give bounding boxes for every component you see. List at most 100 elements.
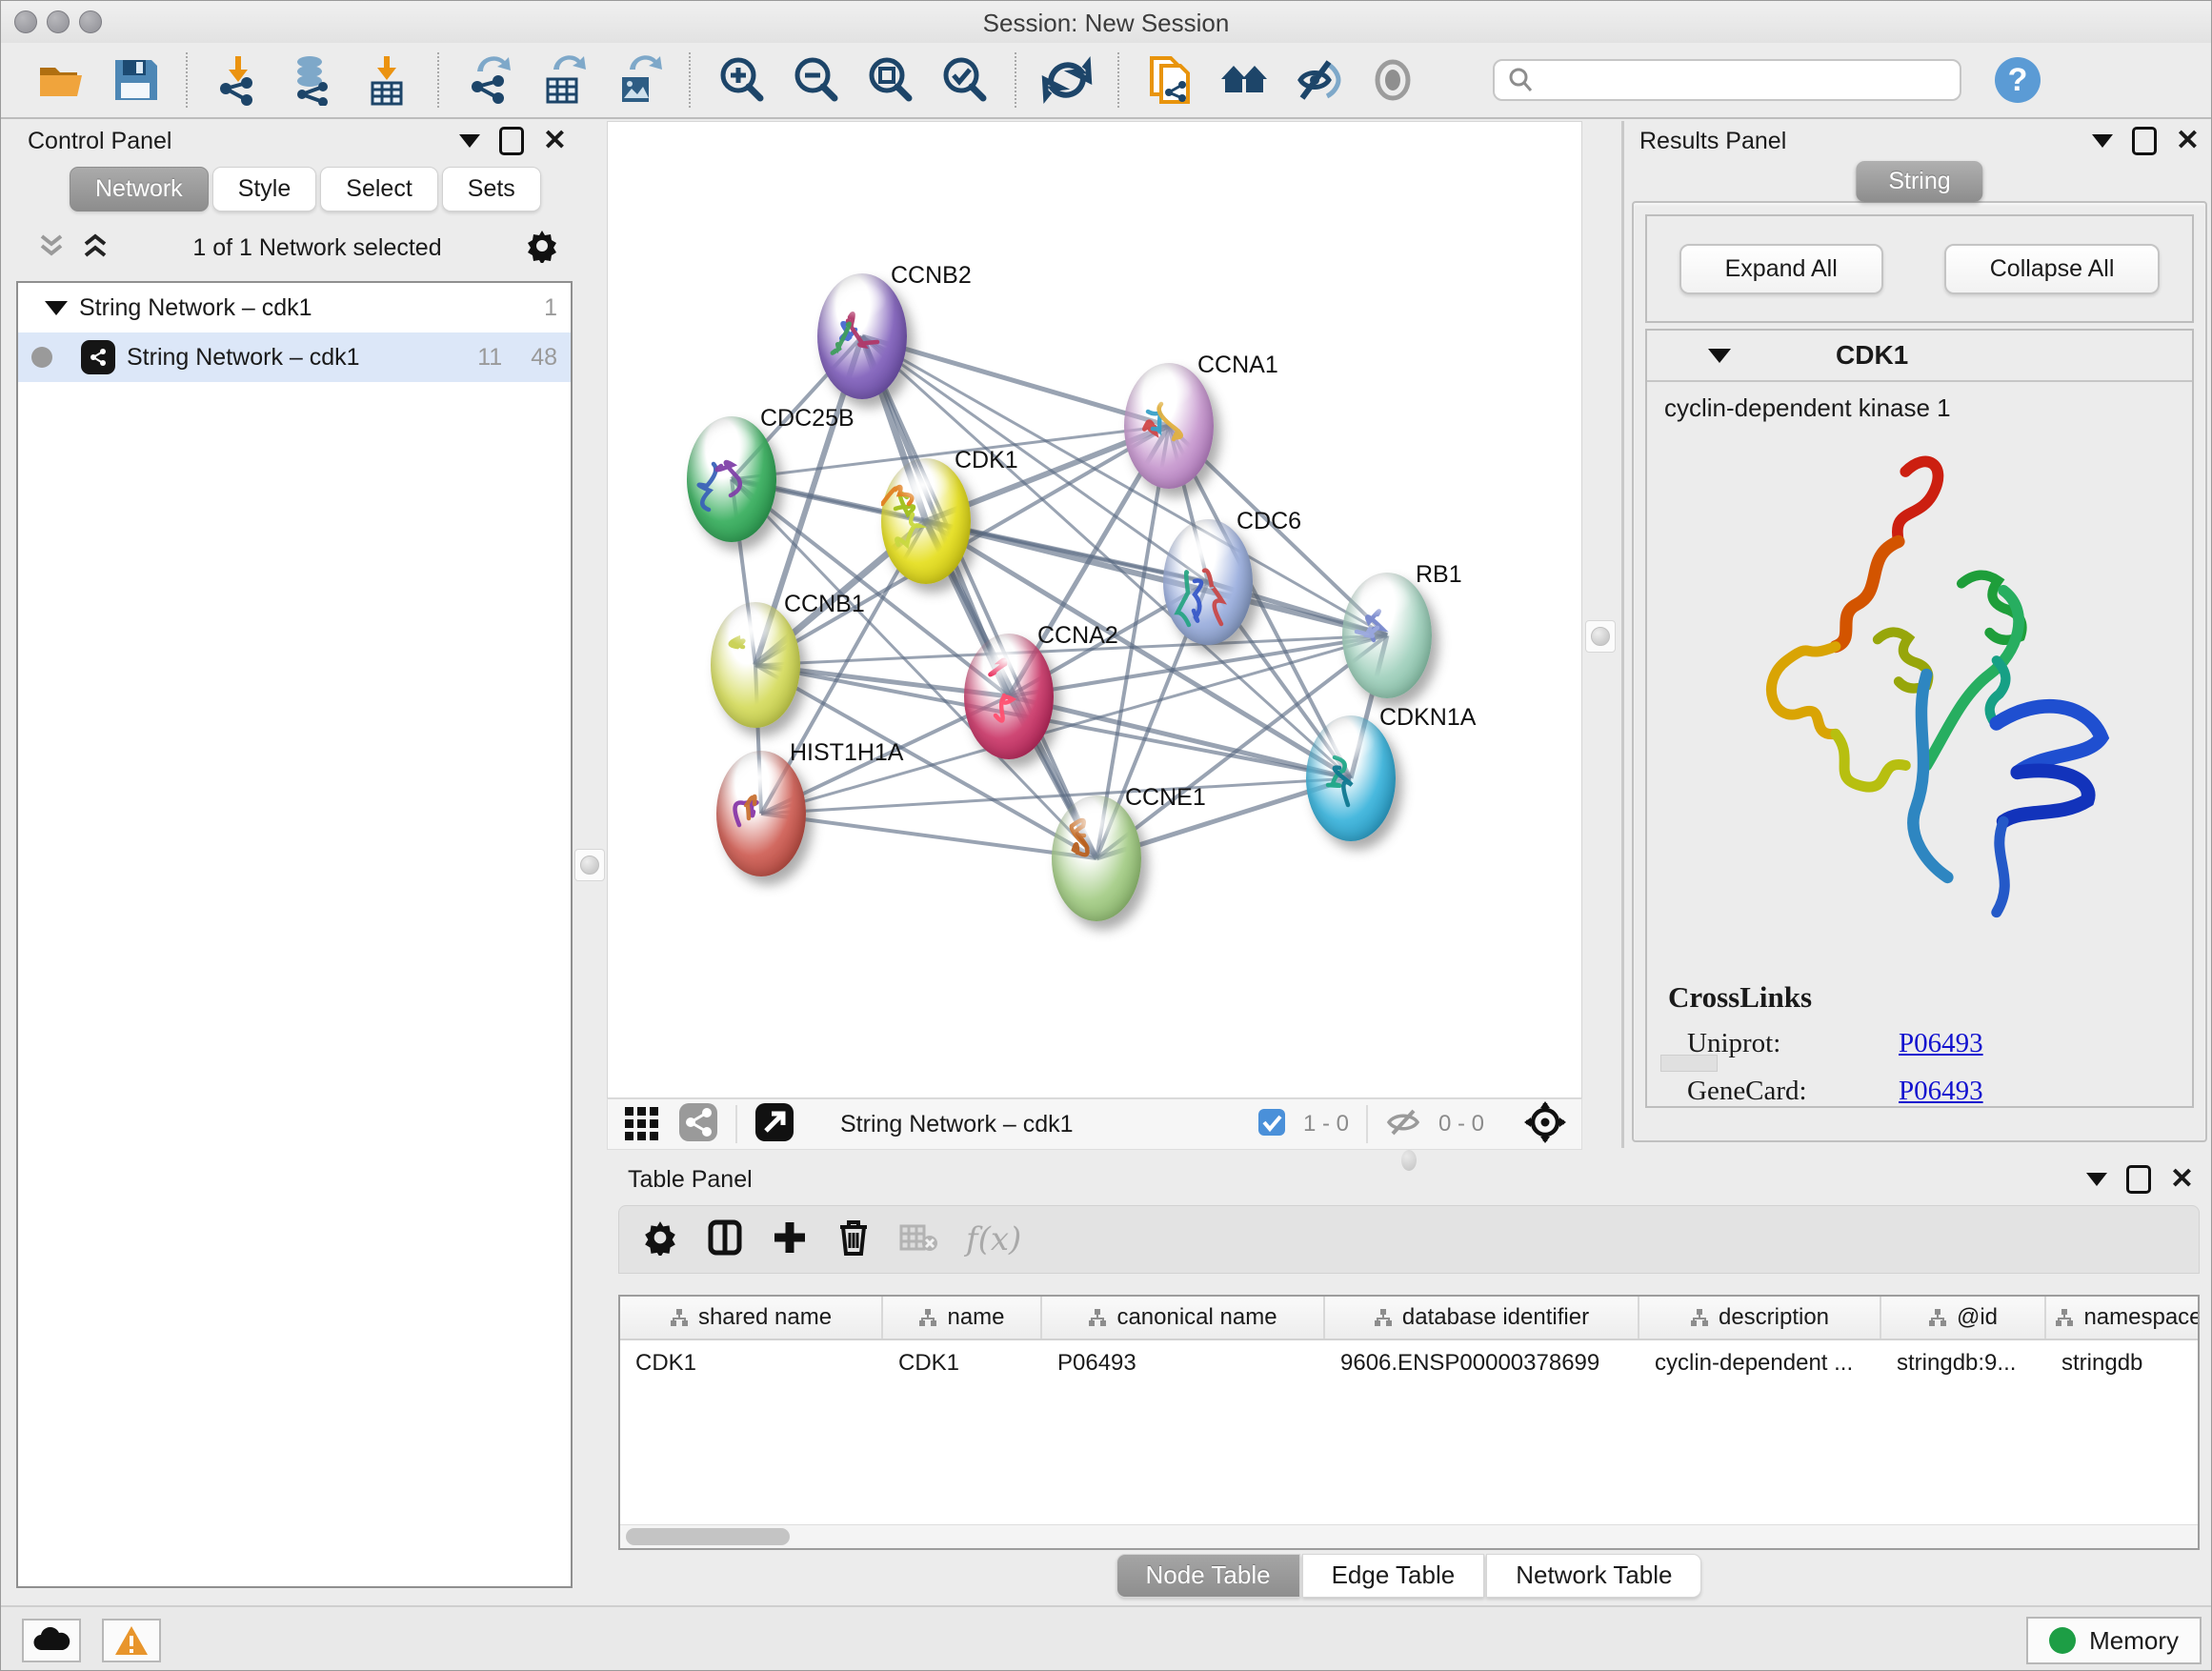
table-cell[interactable]: CDK1 xyxy=(883,1340,1042,1386)
network-node-rb1[interactable] xyxy=(1342,573,1432,698)
network-edge[interactable] xyxy=(926,521,1387,635)
right-splitter-handle[interactable] xyxy=(1585,620,1616,653)
crosslink-link[interactable]: P06493 xyxy=(1899,1076,1983,1107)
create-column-icon[interactable] xyxy=(772,1219,808,1260)
help-icon[interactable]: ? xyxy=(1990,52,2045,108)
open-in-new-window-icon[interactable] xyxy=(754,1102,794,1147)
table-cell[interactable]: cyclin-dependent ... xyxy=(1639,1340,1881,1386)
network-node-cdkn1a[interactable] xyxy=(1306,715,1396,841)
network-edge[interactable] xyxy=(761,814,1096,858)
crosslink-link[interactable]: P06493 xyxy=(1899,1028,1983,1059)
panel-divider[interactable] xyxy=(1621,121,1624,1148)
network-node-ccne1[interactable] xyxy=(1052,795,1141,921)
delete-column-icon[interactable] xyxy=(836,1218,871,1261)
grid-view-icon[interactable] xyxy=(623,1103,661,1146)
import-network-database-icon[interactable] xyxy=(285,52,340,108)
panel-collapse-icon[interactable] xyxy=(2086,1173,2107,1186)
network-edge[interactable] xyxy=(862,336,1096,858)
table-options-gear-icon[interactable] xyxy=(642,1219,678,1260)
expand-all-button[interactable]: Expand All xyxy=(1679,244,1883,294)
table-cell[interactable]: P06493 xyxy=(1042,1340,1325,1386)
network-row[interactable]: String Network – cdk1 11 48 xyxy=(18,332,571,382)
search-icon xyxy=(1506,66,1535,94)
collapse-all-networks-icon[interactable] xyxy=(37,232,66,265)
birdseye-view-icon[interactable] xyxy=(1524,1101,1566,1148)
table-cell[interactable]: CDK1 xyxy=(620,1340,883,1386)
open-session-icon[interactable] xyxy=(33,52,89,108)
scrollbar-thumb[interactable] xyxy=(626,1528,790,1545)
zoom-in-icon[interactable] xyxy=(714,52,769,108)
tab-network-table[interactable]: Network Table xyxy=(1486,1554,1701,1598)
table-cell[interactable]: 9606.ENSP00000378699 xyxy=(1325,1340,1639,1386)
tab-node-table[interactable]: Node Table xyxy=(1116,1554,1300,1598)
tab-select[interactable]: Select xyxy=(320,167,437,211)
network-overview-eye-icon[interactable] xyxy=(1365,52,1420,108)
panel-float-icon[interactable] xyxy=(2132,127,2157,155)
protein-expander-icon[interactable] xyxy=(1708,349,1731,363)
network-node-cdc6[interactable] xyxy=(1163,519,1253,645)
panel-float-icon[interactable] xyxy=(499,127,524,155)
network-node-cdc25b[interactable] xyxy=(687,416,776,542)
hidden-eye-icon[interactable] xyxy=(1385,1106,1421,1143)
tab-style[interactable]: Style xyxy=(212,167,317,211)
panel-collapse-icon[interactable] xyxy=(2092,134,2113,148)
panel-close-icon[interactable]: ✕ xyxy=(2176,130,2200,152)
tab-edge-table[interactable]: Edge Table xyxy=(1302,1554,1485,1598)
column-header[interactable]: shared name xyxy=(620,1297,883,1339)
column-header[interactable]: namespace xyxy=(2046,1297,2200,1339)
column-header[interactable]: name xyxy=(883,1297,1042,1339)
column-header[interactable]: canonical name xyxy=(1042,1297,1325,1339)
panel-close-icon[interactable]: ✕ xyxy=(2170,1168,2194,1191)
table-cell[interactable]: stringdb:9... xyxy=(1881,1340,2046,1386)
search-input[interactable] xyxy=(1535,66,1939,94)
warnings-button[interactable] xyxy=(102,1619,161,1662)
cloud-status-button[interactable] xyxy=(22,1619,81,1662)
network-options-gear-icon[interactable] xyxy=(525,229,559,268)
network-collection-row[interactable]: String Network – cdk1 1 xyxy=(18,283,571,332)
string-view-icon[interactable] xyxy=(678,1102,718,1147)
results-scrollbar[interactable] xyxy=(1660,1055,1718,1072)
zoom-fit-icon[interactable] xyxy=(862,52,917,108)
show-columns-icon[interactable] xyxy=(707,1219,743,1260)
protein-thumbnail xyxy=(1306,715,1396,841)
export-image-icon[interactable] xyxy=(611,52,666,108)
tab-string[interactable]: String xyxy=(1856,161,1982,202)
collapse-all-button[interactable]: Collapse All xyxy=(1944,244,2161,294)
network-node-ccnb1[interactable] xyxy=(711,602,800,728)
table-horizontal-scrollbar[interactable] xyxy=(620,1524,2198,1548)
table-row[interactable]: CDK1CDK1P064939606.ENSP00000378699cyclin… xyxy=(620,1340,2198,1386)
import-network-icon[interactable] xyxy=(211,52,266,108)
new-network-from-selection-icon[interactable] xyxy=(1142,52,1197,108)
tab-network[interactable]: Network xyxy=(70,167,209,211)
show-graphics-details-icon[interactable] xyxy=(1291,52,1346,108)
panel-float-icon[interactable] xyxy=(2126,1165,2151,1194)
tab-sets[interactable]: Sets xyxy=(442,167,541,211)
network-node-hist1h1a[interactable] xyxy=(716,751,806,876)
table-cell[interactable]: stringdb xyxy=(2046,1340,2200,1386)
apply-layout-icon[interactable] xyxy=(1039,52,1095,108)
export-network-icon[interactable] xyxy=(462,52,517,108)
column-header[interactable]: description xyxy=(1639,1297,1881,1339)
selected-checkbox-icon[interactable] xyxy=(1257,1108,1286,1141)
memory-button[interactable]: Memory xyxy=(2026,1617,2202,1664)
column-header[interactable]: database identifier xyxy=(1325,1297,1639,1339)
save-session-icon[interactable] xyxy=(108,52,163,108)
network-edge[interactable] xyxy=(862,336,1169,426)
collection-expander-icon[interactable] xyxy=(45,301,68,315)
first-neighbors-icon[interactable] xyxy=(1217,52,1272,108)
panel-close-icon[interactable]: ✕ xyxy=(543,130,567,152)
import-table-icon[interactable] xyxy=(359,52,414,108)
export-table-icon[interactable] xyxy=(536,52,592,108)
panel-collapse-icon[interactable] xyxy=(459,134,480,148)
zoom-out-icon[interactable] xyxy=(788,52,843,108)
network-view[interactable]: CCNB2CCNA1CDC25BCDK1CDC6RB1CCNB1CCNA2CDK… xyxy=(607,121,1582,1098)
network-node-ccna2[interactable] xyxy=(964,634,1054,759)
left-splitter-handle[interactable] xyxy=(574,849,605,881)
network-node-cdk1[interactable] xyxy=(881,458,971,584)
network-node-ccnb2[interactable] xyxy=(817,273,907,399)
network-node-ccna1[interactable] xyxy=(1124,363,1214,489)
column-header[interactable]: @id xyxy=(1881,1297,2046,1339)
expand-all-networks-icon[interactable] xyxy=(81,232,110,265)
zoom-selected-icon[interactable] xyxy=(936,52,992,108)
search-field[interactable] xyxy=(1493,59,1961,101)
